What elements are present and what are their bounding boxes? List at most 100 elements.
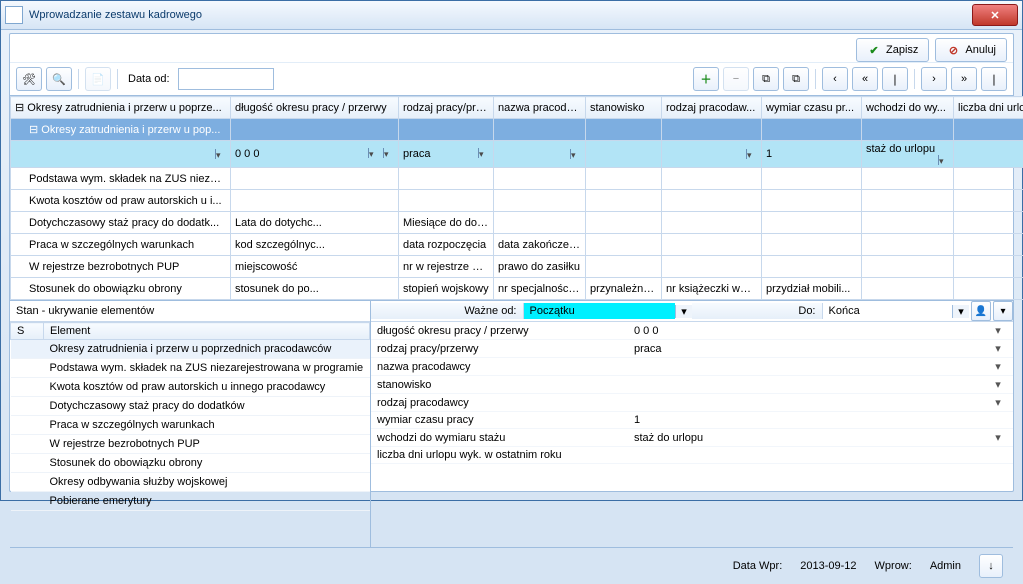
grid-col[interactable]: rodzaj pracodaw... bbox=[662, 97, 762, 119]
grid-row[interactable]: Praca w szczególnych warunkachkod szczeg… bbox=[11, 234, 1023, 256]
list-item[interactable]: Pobierane emerytury bbox=[11, 492, 370, 511]
nav-end[interactable]: ❘ bbox=[981, 67, 1007, 91]
separator bbox=[117, 69, 118, 89]
date-from-input[interactable] bbox=[178, 68, 274, 90]
detail-value[interactable]: praca bbox=[628, 340, 983, 358]
validity-filter: Ważne od: Początku ▾ Do: Końca ▾ 👤 ▾ bbox=[371, 301, 1013, 322]
valid-from-value[interactable]: Początku bbox=[524, 303, 676, 319]
save-button[interactable]: ✔ Zapisz bbox=[856, 38, 929, 62]
grid-selected-row[interactable]: 0 0 0 praca 1 staż do urlopu bbox=[11, 141, 1023, 168]
list-item[interactable]: Dotychczasowy staż pracy do dodatków bbox=[11, 397, 370, 416]
cancel-button[interactable]: ⊘ Anuluj bbox=[935, 38, 1007, 62]
list-item[interactable]: Praca w szczególnych warunkach bbox=[11, 416, 370, 435]
detail-row[interactable]: wymiar czasu pracy1 bbox=[371, 412, 1013, 429]
separator bbox=[815, 69, 816, 89]
grid-subheader-row[interactable]: ⊟ Okresy zatrudnienia i przerw u pop... bbox=[11, 119, 1023, 141]
col-element[interactable]: Element bbox=[44, 323, 370, 340]
entry-date-label: Data Wpr: bbox=[733, 560, 783, 572]
dropdown-icon[interactable] bbox=[938, 155, 949, 165]
dropdown-icon[interactable] bbox=[478, 148, 489, 158]
detail-value[interactable]: 1 bbox=[628, 412, 983, 429]
detail-row[interactable]: rodzaj pracy/przerwypraca▾ bbox=[371, 340, 1013, 358]
grid-col[interactable]: rodzaj pracy/prz... bbox=[399, 97, 494, 119]
nav-stop[interactable]: ❘ bbox=[882, 67, 908, 91]
detail-key: stanowisko bbox=[371, 376, 628, 394]
grid-row[interactable]: Stosunek do obowiązku obronystosunek do … bbox=[11, 278, 1023, 300]
list-item[interactable]: Okresy odbywania służby wojskowej bbox=[11, 473, 370, 492]
detail-dropdown[interactable]: ▾ bbox=[983, 429, 1013, 447]
wrench-icon: 🛠 bbox=[22, 73, 36, 86]
valid-to-dropdown[interactable]: ▾ bbox=[952, 305, 969, 318]
add-button[interactable]: ＋ bbox=[693, 67, 719, 91]
grid-tree-header[interactable]: ⊟ Okresy zatrudnienia i przerw u poprze.… bbox=[11, 97, 231, 119]
detail-row[interactable]: rodzaj pracodawcy▾ bbox=[371, 394, 1013, 412]
detail-row[interactable]: długość okresu pracy / przerwy0 0 0▾ bbox=[371, 322, 1013, 340]
detail-value[interactable] bbox=[628, 447, 983, 464]
detail-dropdown[interactable]: ▾ bbox=[983, 394, 1013, 412]
detail-dropdown[interactable]: ▾ bbox=[983, 376, 1013, 394]
dropdown-icon[interactable] bbox=[368, 148, 379, 158]
nav-prev[interactable]: ‹ bbox=[822, 67, 848, 91]
detail-dropdown[interactable]: ▾ bbox=[983, 322, 1013, 340]
dropdown-icon[interactable] bbox=[215, 149, 226, 159]
grid-col[interactable]: wchodzi do wy... bbox=[862, 97, 954, 119]
elements-list[interactable]: SElement Okresy zatrudnienia i przerw u … bbox=[10, 322, 370, 547]
detail-dropdown bbox=[983, 447, 1013, 464]
toolbar: 🛠 🔍 📄 Data od: ＋ − ⧉ ⧉ ‹ « ❘ › » ❘ bbox=[10, 62, 1013, 96]
tools-button[interactable]: 🛠 bbox=[16, 67, 42, 91]
magnifier-icon: 🔍 bbox=[52, 73, 66, 86]
chevron-left-icon: ‹ bbox=[833, 73, 837, 85]
detail-dropdown[interactable]: ▾ bbox=[983, 358, 1013, 376]
col-s[interactable]: S bbox=[11, 323, 44, 340]
grid-col[interactable]: nazwa pracoda... bbox=[494, 97, 586, 119]
detail-key: wymiar czasu pracy bbox=[371, 412, 628, 429]
nav-next[interactable]: › bbox=[921, 67, 947, 91]
grid-table[interactable]: ⊟ Okresy zatrudnienia i przerw u poprze.… bbox=[10, 96, 1023, 300]
person-button[interactable]: 👤 bbox=[971, 301, 991, 321]
down-button[interactable]: ▾ bbox=[993, 301, 1013, 321]
list-item[interactable]: W rejestrze bezrobotnych PUP bbox=[11, 435, 370, 454]
detail-value[interactable] bbox=[628, 358, 983, 376]
detail-value[interactable] bbox=[628, 376, 983, 394]
detail-value[interactable]: staż do urlopu bbox=[628, 429, 983, 447]
detail-value[interactable] bbox=[628, 394, 983, 412]
grid-row[interactable]: W rejestrze bezrobotnych PUPmiejscowośćn… bbox=[11, 256, 1023, 278]
grid-col[interactable]: wymiar czasu pr... bbox=[762, 97, 862, 119]
nav-first[interactable]: « bbox=[852, 67, 878, 91]
grid-row[interactable]: Dotychczasowy staż pracy do dodatk...Lat… bbox=[11, 212, 1023, 234]
grid-col[interactable]: długość okresu pracy / przerwy bbox=[231, 97, 399, 119]
dropdown-icon[interactable] bbox=[746, 149, 757, 159]
details-pane: Ważne od: Początku ▾ Do: Końca ▾ 👤 ▾ dłu… bbox=[371, 301, 1013, 547]
close-button[interactable]: ✕ bbox=[972, 4, 1018, 26]
detail-value[interactable]: 0 0 0 bbox=[628, 322, 983, 340]
list-item[interactable]: Kwota kosztów od praw autorskich u inneg… bbox=[11, 378, 370, 397]
valid-from-dropdown[interactable]: ▾ bbox=[675, 305, 692, 318]
dropdown-icon[interactable] bbox=[570, 149, 581, 159]
grid-row[interactable]: Kwota kosztów od praw autorskich u i... bbox=[11, 190, 1023, 212]
detail-row[interactable]: nazwa pracodawcy▾ bbox=[371, 358, 1013, 376]
scroll-down-button[interactable]: ↓ bbox=[979, 554, 1003, 578]
titlebar: Wprowadzanie zestawu kadrowego ✕ bbox=[1, 1, 1022, 30]
grid-col[interactable]: stanowisko bbox=[586, 97, 662, 119]
detail-key: liczba dni urlopu wyk. w ostatnim roku bbox=[371, 447, 628, 464]
detail-row[interactable]: wchodzi do wymiaru stażustaż do urlopu▾ bbox=[371, 429, 1013, 447]
copy-button[interactable]: ⧉ bbox=[753, 67, 779, 91]
detail-dropdown[interactable]: ▾ bbox=[983, 340, 1013, 358]
list-item[interactable]: Podstawa wym. składek na ZUS niezarejest… bbox=[11, 359, 370, 378]
detail-row[interactable]: stanowisko ▾ bbox=[371, 376, 1013, 394]
expand-icon[interactable]: ⊟ bbox=[15, 102, 27, 114]
minus-icon: − bbox=[733, 73, 739, 85]
list-item[interactable]: Okresy zatrudnienia i przerw u poprzedni… bbox=[11, 340, 370, 359]
dropdown-icon[interactable] bbox=[383, 148, 394, 158]
grid-col[interactable]: liczba dni urlop... bbox=[954, 97, 1023, 119]
list-item[interactable]: Stosunek do obowiązku obrony bbox=[11, 454, 370, 473]
detail-row[interactable]: liczba dni urlopu wyk. w ostatnim roku bbox=[371, 447, 1013, 464]
expand-icon[interactable]: ⊟ bbox=[29, 124, 41, 136]
entry-user-value: Admin bbox=[930, 560, 961, 572]
detail-key: długość okresu pracy / przerwy bbox=[371, 322, 628, 340]
nav-last[interactable]: » bbox=[951, 67, 977, 91]
grid-row[interactable]: Podstawa wym. składek na ZUS niezar... bbox=[11, 168, 1023, 190]
valid-to-value[interactable]: Końca bbox=[823, 303, 953, 319]
search-button[interactable]: 🔍 bbox=[46, 67, 72, 91]
clone-button[interactable]: ⧉ bbox=[783, 67, 809, 91]
